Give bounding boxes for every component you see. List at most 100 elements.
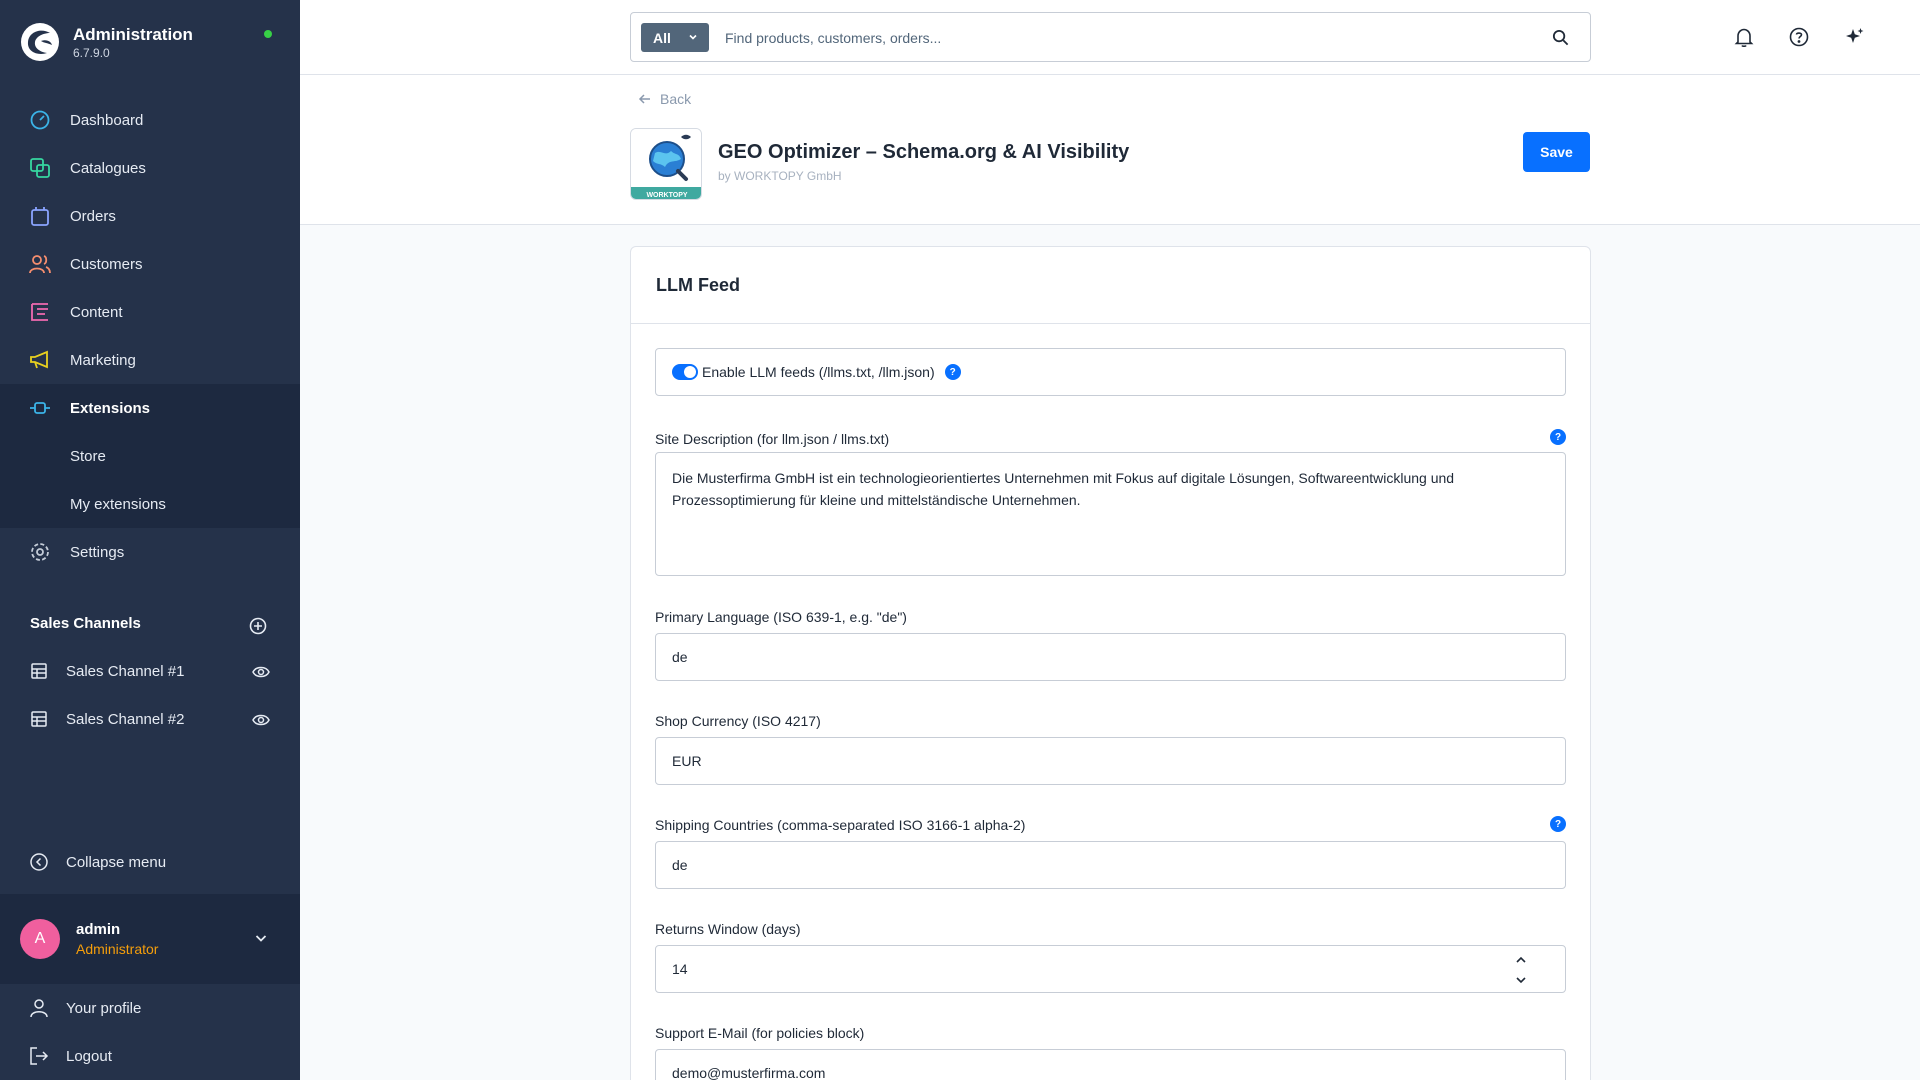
search-input[interactable]: [725, 23, 1525, 52]
catalogue-icon: [28, 156, 52, 180]
avatar: A: [20, 919, 60, 959]
gauge-icon: [28, 108, 52, 132]
main-nav: Dashboard Catalogues Orders Customers Co…: [0, 96, 300, 576]
sales-channel-item-1[interactable]: Sales Channel #1: [0, 647, 300, 695]
storefront-icon: [28, 660, 50, 682]
back-label: Back: [660, 91, 692, 107]
sidebar-item-label: Marketing: [70, 351, 136, 369]
support-email-input[interactable]: demo@musterfirma.com: [655, 1049, 1566, 1080]
enable-llm-feeds-toggle[interactable]: [672, 364, 698, 380]
user-name: admin: [76, 921, 121, 938]
chevron-down-icon: [689, 34, 697, 40]
collapse-menu-button[interactable]: Collapse menu: [0, 838, 300, 886]
chevron-left-circle-icon: [30, 853, 48, 871]
returns-window-input[interactable]: 14: [655, 945, 1566, 993]
shipping-countries-label: Shipping Countries (comma-separated ISO …: [655, 817, 1026, 833]
brand[interactable]: Administration 6.7.9.0: [20, 22, 193, 62]
card-divider: [631, 323, 1590, 324]
save-button[interactable]: Save: [1523, 132, 1590, 172]
plug-icon: [28, 396, 52, 420]
shopping-bag-icon: [28, 204, 52, 228]
search-icon[interactable]: [1551, 28, 1570, 47]
sidebar-item-store[interactable]: Store: [0, 432, 300, 480]
app-icon: WORKTOPY: [630, 128, 702, 200]
shipping-countries-input[interactable]: de: [655, 841, 1566, 889]
add-sales-channel-icon[interactable]: [249, 617, 267, 635]
returns-window-label: Returns Window (days): [655, 921, 801, 937]
user-icon: [30, 999, 48, 1018]
sidebar-item-settings[interactable]: Settings: [0, 528, 300, 576]
sales-channel-label: Sales Channel #2: [66, 710, 185, 728]
eye-icon[interactable]: [252, 663, 270, 681]
shop-currency-input[interactable]: EUR: [655, 737, 1566, 785]
user-menu[interactable]: A admin Administrator: [0, 894, 300, 984]
gear-icon: [28, 540, 52, 564]
sidebar-item-label: Settings: [70, 543, 125, 561]
user-role: Administrator: [76, 941, 159, 957]
sidebar-item-orders[interactable]: Orders: [0, 192, 300, 240]
top-bar: All: [300, 0, 1920, 75]
sidebar-item-label: Store: [70, 447, 106, 465]
logout-link[interactable]: Logout: [0, 1032, 300, 1080]
bell-icon[interactable]: [1733, 26, 1755, 48]
users-icon: [28, 252, 52, 276]
sidebar-item-dashboard[interactable]: Dashboard: [0, 96, 300, 144]
card-title: LLM Feed: [656, 275, 740, 295]
sidebar-item-label: Dashboard: [70, 111, 144, 129]
sidebar-item-label: Content: [70, 303, 123, 321]
sidebar-item-label: Catalogues: [70, 159, 146, 177]
help-icon[interactable]: ?: [1550, 429, 1566, 445]
sidebar-item-extensions[interactable]: Extensions: [0, 384, 300, 432]
sales-channel-item-2[interactable]: Sales Channel #2: [0, 695, 300, 743]
globe-magnifier-icon: WORKTOPY: [631, 129, 701, 199]
collapse-menu-label: Collapse menu: [66, 853, 167, 871]
page-title: GEO Optimizer – Schema.org & AI Visibili…: [718, 141, 1130, 163]
sales-channels-title: Sales Channels: [30, 615, 141, 632]
page-header: Back WORKTOPY GEO Optimizer – Schema.org…: [300, 75, 1920, 225]
chevron-down-icon[interactable]: [253, 930, 269, 946]
help-circle-icon[interactable]: [1788, 26, 1810, 48]
sidebar-item-catalogues[interactable]: Catalogues: [0, 144, 300, 192]
sparkles-icon[interactable]: [1844, 26, 1866, 48]
sidebar-item-customers[interactable]: Customers: [0, 240, 300, 288]
sidebar-item-label: Customers: [70, 255, 143, 273]
brand-version: 6.7.9.0: [73, 45, 110, 60]
help-icon[interactable]: ?: [1550, 816, 1566, 832]
content-icon: [28, 300, 52, 324]
sales-channel-label: Sales Channel #1: [66, 662, 185, 680]
sales-channel-list: Sales Channel #1 Sales Channel #2: [0, 647, 300, 743]
your-profile-label: Your profile: [66, 999, 142, 1017]
sidebar-item-content[interactable]: Content: [0, 288, 300, 336]
storefront-icon: [28, 708, 50, 730]
site-description-textarea[interactable]: Die Musterfirma GmbH ist ein technologie…: [655, 452, 1566, 576]
sidebar-item-marketing[interactable]: Marketing: [0, 336, 300, 384]
search-scope-select[interactable]: All: [641, 23, 709, 52]
app-publisher: by WORKTOPY GmbH: [718, 169, 842, 183]
status-dot: [264, 30, 272, 38]
back-link[interactable]: Back: [638, 91, 691, 107]
chevron-down-icon[interactable]: [1514, 973, 1528, 987]
sidebar-item-label: My extensions: [70, 495, 166, 513]
your-profile-link[interactable]: Your profile: [0, 984, 300, 1032]
returns-window-value: 14: [672, 961, 688, 977]
sidebar-item-my-extensions[interactable]: My extensions: [0, 480, 300, 528]
sidebar-item-label: Orders: [70, 207, 116, 225]
sidebar: Administration 6.7.9.0 Dashboard Catalog…: [0, 0, 300, 1080]
llm-feed-card: LLM Feed Enable LLM feeds (/llms.txt, /l…: [630, 246, 1591, 1080]
extensions-subnav: Store My extensions: [0, 432, 300, 528]
logout-label: Logout: [66, 1047, 112, 1065]
primary-language-label: Primary Language (ISO 639-1, e.g. "de"): [655, 609, 907, 625]
user-links: Your profile Logout: [0, 984, 300, 1080]
chevron-up-icon[interactable]: [1514, 953, 1528, 967]
eye-icon[interactable]: [252, 711, 270, 729]
app-icon-wordmark: WORKTOPY: [646, 192, 687, 199]
enable-llm-feeds-label: Enable LLM feeds (/llms.txt, /llm.json): [702, 364, 935, 380]
help-icon[interactable]: ?: [944, 364, 961, 380]
support-email-label: Support E-Mail (for policies block): [655, 1025, 865, 1041]
primary-language-input[interactable]: de: [655, 633, 1566, 681]
logout-icon: [30, 1047, 49, 1065]
brand-title: Administration: [73, 24, 193, 44]
site-description-label: Site Description (for llm.json / llms.tx…: [655, 431, 890, 447]
search-scope-label: All: [653, 29, 671, 46]
enable-llm-feeds-field: Enable LLM feeds (/llms.txt, /llm.json) …: [655, 348, 1566, 396]
